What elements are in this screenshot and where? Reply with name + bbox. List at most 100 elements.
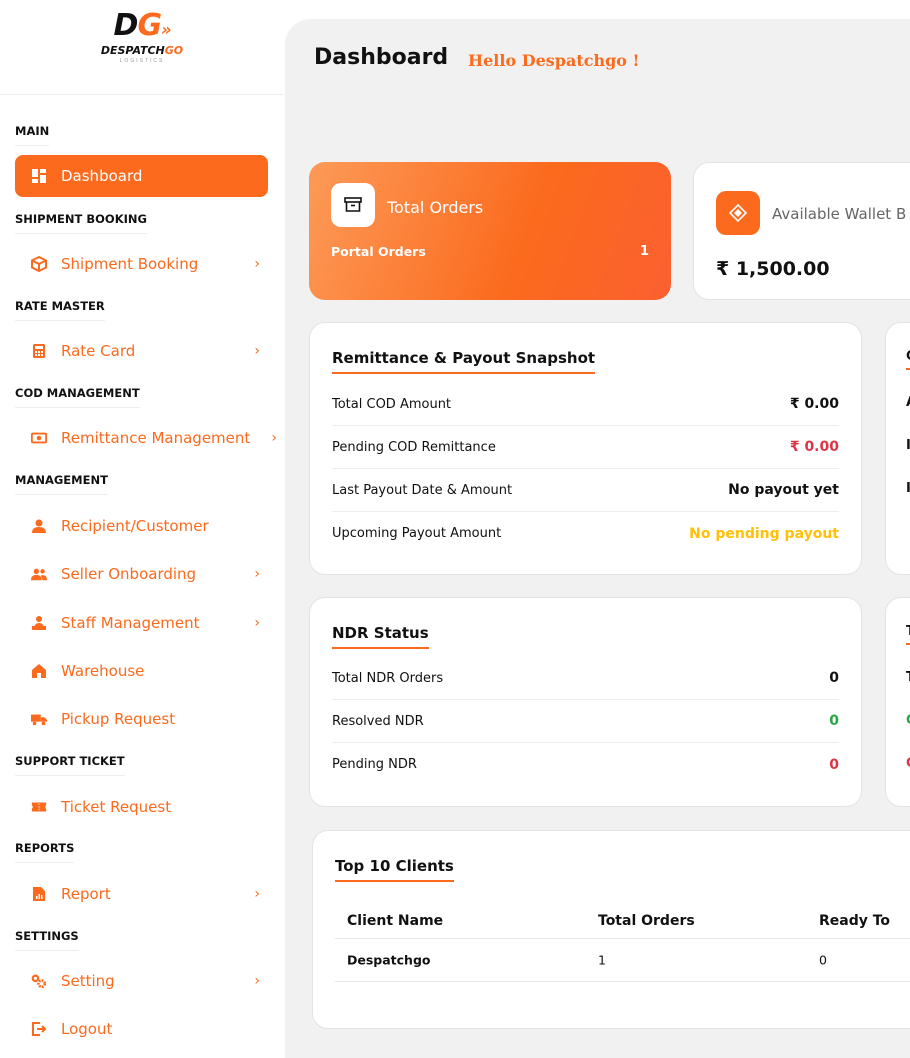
sidebar: DG» DESPATCHGO LOGISTICS MAIN Dashboard … — [0, 0, 284, 1058]
logo-text-suffix: GO — [164, 43, 184, 57]
sidebar-item-recipient-customer[interactable]: Recipient/Customer — [15, 505, 268, 547]
row-label: Total COD Amount — [332, 396, 452, 412]
money-icon — [31, 430, 47, 446]
logo[interactable]: DG» DESPATCHGO LOGISTICS — [82, 7, 202, 64]
top-clients-card: Top 10 Clients Client Name Total Orders … — [312, 830, 910, 1029]
row-value: No pending payout — [689, 525, 839, 542]
ticket-icon — [31, 799, 47, 815]
side-panel-row-fragment: I — [906, 438, 910, 453]
sidebar-item-label: Setting — [61, 972, 115, 990]
sidebar-item-label: Logout — [61, 1020, 113, 1038]
ndr-row: Resolved NDR 0 — [332, 700, 839, 743]
side-panel-row-fragment: T — [906, 670, 910, 685]
sidebar-item-label: Rate Card — [61, 342, 136, 360]
sidebar-item-label: Dashboard — [61, 167, 143, 185]
wallet-diamond-icon — [716, 191, 760, 235]
portal-orders-value: 1 — [639, 244, 649, 259]
row-value: No payout yet — [728, 482, 839, 498]
chevron-right-icon: › — [271, 430, 277, 446]
chevron-right-icon: › — [254, 343, 260, 359]
portal-orders-label: Portal Orders — [331, 244, 426, 259]
users-icon — [31, 566, 47, 582]
wallet-balance-amount: ₹ 1,500.00 — [716, 258, 830, 280]
remittance-payout-snapshot: Remittance & Payout Snapshot Total COD A… — [309, 322, 862, 575]
sidebar-item-label: Seller Onboarding — [61, 565, 197, 583]
wallet-balance-card[interactable]: Available Wallet B ₹ 1,500.00 — [693, 162, 910, 300]
greeting: Hello Despatchgo ! — [468, 51, 640, 70]
column-header[interactable]: Total Orders — [598, 913, 695, 929]
remittance-row: Upcoming Payout Amount No pending payout — [332, 512, 839, 555]
main-content: Dashboard Hello Despatchgo ! Total Order… — [285, 19, 910, 1058]
sidebar-item-warehouse[interactable]: Warehouse — [15, 650, 268, 692]
sidebar-item-pickup-request[interactable]: Pickup Request — [15, 698, 268, 740]
sidebar-item-shipment-booking[interactable]: Shipment Booking › — [15, 243, 268, 285]
page-title: Dashboard — [314, 45, 449, 70]
sidebar-item-report[interactable]: Report › — [15, 873, 268, 915]
column-header[interactable]: Client Name — [347, 913, 443, 929]
staff-icon — [31, 615, 47, 631]
sidebar-item-label: Recipient/Customer — [61, 517, 209, 535]
sidebar-item-label: Staff Management — [61, 614, 200, 632]
archive-icon — [331, 183, 375, 227]
chevron-right-icon: › — [254, 973, 260, 989]
logo-text-prefix: DESPATCH — [100, 43, 165, 57]
column-header[interactable]: Ready To — [819, 913, 890, 929]
sidebar-item-ticket-request[interactable]: Ticket Request — [15, 786, 268, 828]
side-panel-cropped-1: C A I I — [885, 322, 910, 575]
section-support-ticket: SUPPORT TICKET — [15, 754, 125, 776]
sidebar-item-label: Pickup Request — [61, 710, 176, 728]
side-panel-row-fragment: I — [906, 481, 910, 496]
section-rate-master: RATE MASTER — [15, 299, 105, 321]
side-panel-cropped-2: T T C C — [885, 597, 910, 807]
side-panel-title-fragment: C — [906, 349, 910, 370]
sidebar-item-rate-card[interactable]: Rate Card › — [15, 330, 268, 372]
logo-area: DG» DESPATCHGO LOGISTICS — [0, 0, 284, 95]
row-label: Resolved NDR — [332, 713, 424, 729]
sidebar-item-label: Report — [61, 885, 111, 903]
side-panel-row-fragment: C — [906, 713, 910, 728]
logo-mark-suffix: G — [137, 7, 162, 43]
box-icon — [31, 256, 47, 272]
logo-text: DESPATCHGO — [100, 43, 184, 57]
ndr-title: NDR Status — [332, 624, 429, 649]
row-label: Last Payout Date & Amount — [332, 482, 513, 498]
sidebar-item-remittance-management[interactable]: Remittance Management › — [15, 417, 277, 459]
client-name-cell: Despatchgo — [347, 952, 431, 968]
sidebar-item-label: Remittance Management — [61, 429, 251, 447]
row-value: 0 — [829, 670, 839, 686]
side-panel-title-fragment: T — [906, 624, 910, 645]
chevron-right-icon: › — [254, 566, 260, 582]
logo-subtext: LOGISTICS — [119, 57, 165, 64]
logout-icon — [31, 1021, 47, 1037]
section-reports: REPORTS — [15, 841, 75, 863]
wallet-balance-label: Available Wallet B — [772, 205, 907, 223]
chevron-right-icon: › — [254, 886, 260, 902]
top-clients-title: Top 10 Clients — [335, 857, 454, 882]
truck-icon — [31, 711, 47, 727]
total-orders-card[interactable]: Total Orders Portal Orders 1 — [309, 162, 671, 300]
row-label: Pending COD Remittance — [332, 439, 496, 455]
row-label: Pending NDR — [332, 757, 417, 772]
sidebar-item-staff-management[interactable]: Staff Management › — [15, 602, 268, 644]
sidebar-item-label: Shipment Booking — [61, 255, 199, 273]
row-value: 0 — [829, 713, 839, 729]
ndr-row: Pending NDR 0 — [332, 743, 839, 786]
side-panel-row-fragment: A — [906, 395, 910, 410]
section-main: MAIN — [15, 124, 50, 146]
section-settings: SETTINGS — [15, 929, 79, 951]
sidebar-item-label: Warehouse — [61, 662, 145, 680]
sidebar-item-dashboard[interactable]: Dashboard — [15, 155, 268, 197]
report-file-icon — [31, 886, 47, 902]
sidebar-item-seller-onboarding[interactable]: Seller Onboarding › — [15, 553, 268, 595]
section-management: MANAGEMENT — [15, 473, 108, 495]
sidebar-item-label: Ticket Request — [61, 798, 172, 816]
section-shipment-booking: SHIPMENT BOOKING — [15, 212, 147, 234]
table-header: Client Name Total Orders Ready To — [335, 904, 910, 939]
remittance-row: Pending COD Remittance ₹ 0.00 — [332, 426, 839, 469]
calculator-icon — [31, 343, 47, 359]
user-icon — [31, 518, 47, 534]
table-row[interactable]: Despatchgo 1 0 — [335, 939, 910, 982]
section-cod-management: COD MANAGEMENT — [15, 386, 140, 408]
sidebar-item-logout[interactable]: Logout — [15, 1008, 268, 1050]
sidebar-item-setting[interactable]: Setting › — [15, 960, 268, 1002]
